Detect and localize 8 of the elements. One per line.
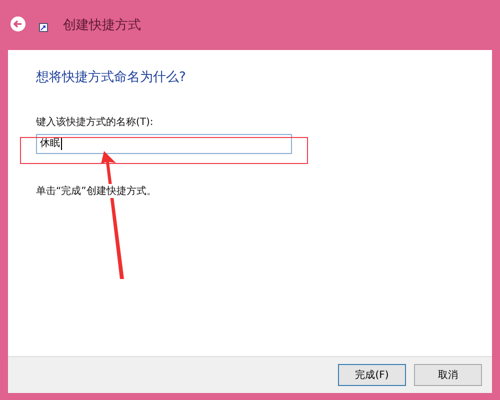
name-input-field[interactable]: 休眠 [36,134,292,154]
back-button[interactable] [10,16,28,34]
page-heading: 想将快捷方式命名为什么? [36,69,187,86]
window-title: 创建快捷方式 [63,17,141,34]
field-label: 键入该快捷方式的名称(T): [36,116,154,129]
dialog-button[interactable]: 取消 [414,364,482,386]
dialog-button[interactable]: 完成(F) [338,364,406,386]
shortcut-icon [39,22,48,32]
